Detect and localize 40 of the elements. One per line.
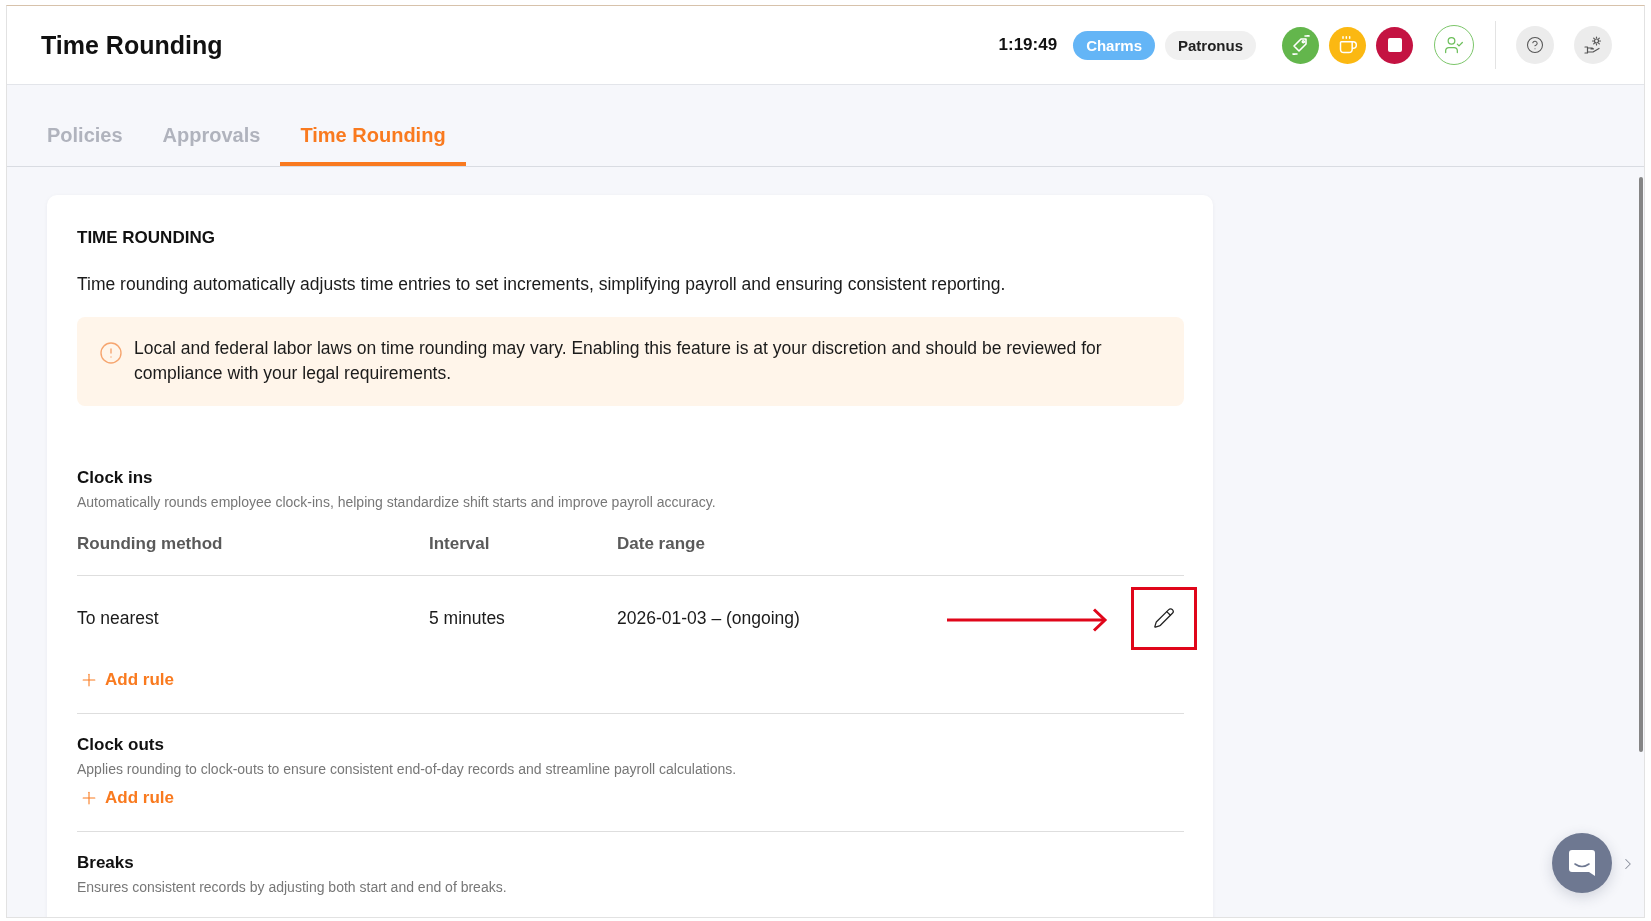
tab[interactable]: Time Rounding [280,108,466,166]
scrollbar[interactable] [1639,177,1643,752]
user-check-icon [1444,35,1464,55]
stop-icon [1387,38,1402,52]
chat-button[interactable] [1552,833,1612,893]
coffee-icon [1337,35,1358,55]
section-title: Breaks [77,852,135,874]
tag-chip[interactable]: Patronus [1165,30,1256,60]
notice-text: Local and federal labor laws on time rounding may vary. Enabling this feature is at your discretion and should be reviewed for compliance with your legal requirements. [134,337,1103,385]
transfer-button[interactable] [1282,26,1319,64]
warning-icon [99,341,123,365]
table-cell: 2026-01-03 – (ongoing) [617,607,800,629]
pencil-icon [1153,607,1175,629]
add-rule-link[interactable]: Add rule [77,665,174,695]
user-status-button[interactable] [1434,25,1474,65]
tag-swap-icon [1290,35,1311,55]
hand-gear-icon [1584,36,1602,54]
tag-chip[interactable]: Charms [1073,30,1155,60]
stop-button[interactable] [1376,26,1413,64]
column-header: Rounding method [77,533,223,555]
tab[interactable]: Approvals [142,108,281,166]
settings-button[interactable] [1574,26,1612,64]
table-cell: To nearest [77,607,159,629]
table-cell: 5 minutes [429,607,505,629]
chat-bubble-icon [1568,849,1596,877]
add-rule-link[interactable]: Add rule [77,783,174,813]
section-description: Ensures consistent records by adjusting both start and end of breaks. [77,878,508,896]
tab[interactable]: Policies [27,108,143,166]
card-description: Time rounding automatically adjusts time entries to set increments, simplifying payroll and ensuring consistent reporting. [77,274,1007,294]
section-description: Automatically rounds employee clock-ins, helping standardize shift starts and improve payroll accuracy. [77,493,717,511]
section-description: Applies rounding to clock-outs to ensure consistent end-of-day records and streamline payroll calculations. [77,760,738,778]
timer: 1:19:49 [998,35,1058,55]
help-button[interactable] [1516,26,1554,64]
page-title: Time Rounding [41,30,224,60]
help-icon [1526,36,1544,54]
column-header: Date range [617,533,705,555]
section-title: Clock outs [77,734,165,756]
section-title: Clock ins [77,467,154,489]
card-title: TIME ROUNDING [77,227,216,249]
column-header: Interval [429,533,490,555]
